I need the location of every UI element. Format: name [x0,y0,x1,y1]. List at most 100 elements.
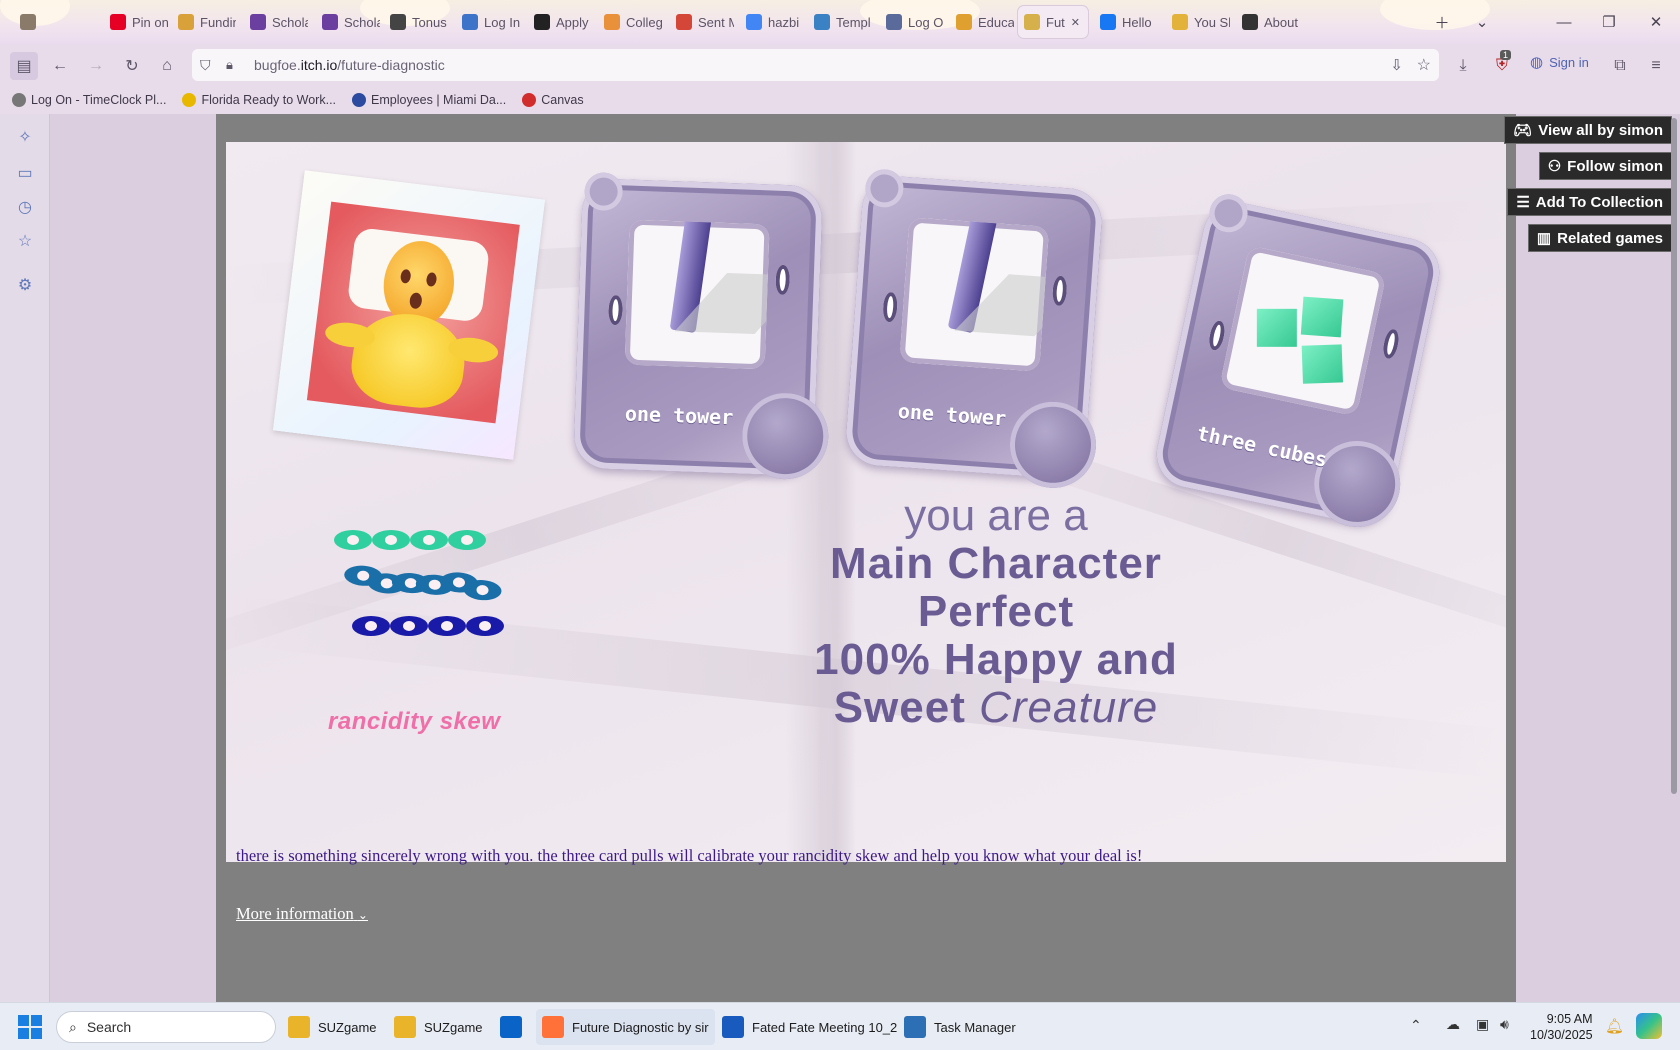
page-scrollbar[interactable] [1671,118,1677,794]
downloads-icon[interactable]: ⤓ [1449,52,1477,80]
taskbar-app[interactable]: SUZgame [282,1009,383,1045]
view-all-by-author-button[interactable]: 🎮︎ View all by simon [1504,116,1672,144]
app-icon [722,1016,744,1038]
browser-tab[interactable]: Apply [528,6,592,38]
browser-tab[interactable]: Schola [244,6,308,38]
add-list-icon: ☰ [1516,194,1530,211]
browser-tab[interactable]: Hello [1094,6,1158,38]
card-one-tower[interactable]: one tower [573,171,830,481]
result-line: 100% Happy and [814,635,1178,684]
browser-tab[interactable]: Log In [456,6,520,38]
tab-strip: Pin on Funding y Schola Schola Tonus Log In Ap… [0,0,1680,44]
site-favicon-icon [534,14,550,30]
more-information-link[interactable]: More information ⌄ [236,904,368,924]
tab-label: Tonus [412,14,447,30]
taskbar-search[interactable]: ⌕ Search [56,1011,276,1043]
copilot-icon[interactable] [1636,1013,1662,1039]
taskbar-app[interactable] [494,1009,528,1045]
browser-tab[interactable]: Colleg [598,6,662,38]
taskbar-app-label: Future Diagnostic by sir [572,1019,709,1035]
home-button[interactable]: ⌂ [153,52,181,80]
follow-author-button[interactable]: ⚇ Follow simon [1538,152,1672,180]
tab-list-dropdown-icon[interactable]: ⌄ [1468,8,1496,36]
taskbar-app[interactable]: SUZgame [388,1009,489,1045]
browser-tab[interactable]: About [1236,6,1300,38]
tab-label: Apply [556,14,589,30]
browser-tab[interactable]: Educa [950,6,1014,38]
browser-tab[interactable]: Pin on [104,6,168,38]
browser-tab[interactable] [14,6,78,38]
blue-snake-meter [352,616,512,638]
bookmark-item[interactable]: Canvas [522,93,584,107]
address-bar[interactable]: ⛉ 🔒︎ bugfoe.itch.io/future-diagnostic ⇩ … [192,49,1439,81]
synced-tabs-icon[interactable]: ▭ [14,162,36,184]
tab-label: About [1264,14,1298,30]
tracking-shield-icon[interactable]: ⛉ [200,57,211,74]
minimize-button[interactable]: — [1550,8,1578,36]
url-text[interactable]: bugfoe.itch.io/future-diagnostic [254,57,445,73]
site-favicon-icon [1242,14,1258,30]
browser-tab[interactable]: Log O [880,6,944,38]
extension-badge: 1 [1500,50,1512,60]
bookmark-item[interactable]: Employees | Miami Da... [352,93,506,107]
taskbar-app[interactable]: Task Manager [898,1009,1022,1045]
bookmark-item[interactable]: Log On - TimeClock Pl... [12,93,166,107]
bookmark-item[interactable]: Florida Ready to Work... [182,93,336,107]
browser-tab[interactable]: You Sh [1166,6,1230,38]
tab-label: Log O [908,14,944,30]
tab-label: Sent M [698,14,734,30]
notification-bell-icon[interactable]: 🔔︎ [1605,1017,1624,1035]
browser-tab[interactable]: hazbi [740,6,804,38]
settings-gear-icon[interactable]: ⚙ [14,274,36,296]
forward-button[interactable]: → [82,52,110,80]
browser-tab[interactable]: Sent M [670,6,734,38]
site-favicon-icon [746,14,762,30]
chevron-up-icon[interactable]: ⌃ [1410,1017,1422,1034]
ai-chatbot-icon[interactable]: ✧ [14,126,36,148]
diagnosis-result: you are a Main Character Perfect 100% Ha… [746,492,1246,732]
back-button[interactable]: ← [46,52,74,80]
bookmark-star-icon[interactable]: ☆ [1417,55,1431,75]
new-tab-button[interactable]: ＋ [1428,8,1456,36]
card-one-tower[interactable]: one tower [844,168,1104,491]
sign-in-button[interactable]: ◍ Sign in [1530,53,1589,71]
map-icon: ▥ [1536,230,1552,247]
reload-button[interactable]: ↻ [118,52,146,80]
game-description: there is something sincerely wrong with … [236,846,1143,865]
game-frame[interactable]: one tower one tower three cubes rancidit… [226,142,1506,862]
related-games-button[interactable]: ▥ Related games [1527,224,1672,252]
browser-tab[interactable]: Fut ✕ [1018,6,1088,38]
close-window-button[interactable]: ✕ [1642,8,1670,36]
lock-icon[interactable]: 🔒︎ [226,57,233,73]
bookmark-favicon-icon [12,93,26,107]
menu-icon[interactable]: ≡ [1642,52,1670,80]
browser-tab[interactable]: Schola [316,6,380,38]
browser-tab[interactable]: Templ [808,6,872,38]
browser-tab[interactable]: Funding y [172,6,236,38]
clock-time: 9:05 AM [1546,1012,1593,1026]
system-clock[interactable]: 9:05 AM 10/30/2025 [1530,1011,1593,1043]
bookmarks-icon[interactable]: ☆ [14,230,36,252]
sidebar-toggle-icon[interactable]: ▤ [10,52,38,80]
chevron-down-icon: ⌄ [357,908,368,922]
restore-button[interactable]: ❐ [1595,8,1623,36]
bookmark-favicon-icon [352,93,367,107]
install-app-icon[interactable]: ⇩ [1390,56,1403,74]
browser-tab[interactable]: Tonus [384,6,448,38]
bookmark-label: Log On - TimeClock Pl... [31,93,167,107]
extensions-icon[interactable]: ⧉ [1606,52,1634,80]
add-to-collection-button[interactable]: ☰ Add To Collection [1507,188,1672,216]
site-favicon-icon [390,14,406,30]
volume-icon[interactable]: 🔊︎ [1500,1016,1509,1033]
taskbar-app[interactable]: Future Diagnostic by sir [536,1009,715,1045]
result-line: Sweet Creature [833,683,1159,732]
start-windows-icon[interactable] [18,1015,42,1039]
close-tab-icon[interactable]: ✕ [1071,16,1080,29]
taskbar-app[interactable]: Fated Fate Meeting 10_2 [716,1009,903,1045]
bookmark-label: Canvas [541,93,584,107]
network-icon[interactable]: ▣ [1476,1016,1489,1033]
taskbar-app-label: Fated Fate Meeting 10_2 [752,1019,898,1035]
cloud-off-icon[interactable]: ☁ [1446,1016,1460,1033]
card-label: three cubes [1194,420,1330,472]
history-icon[interactable]: ◷ [14,196,36,218]
